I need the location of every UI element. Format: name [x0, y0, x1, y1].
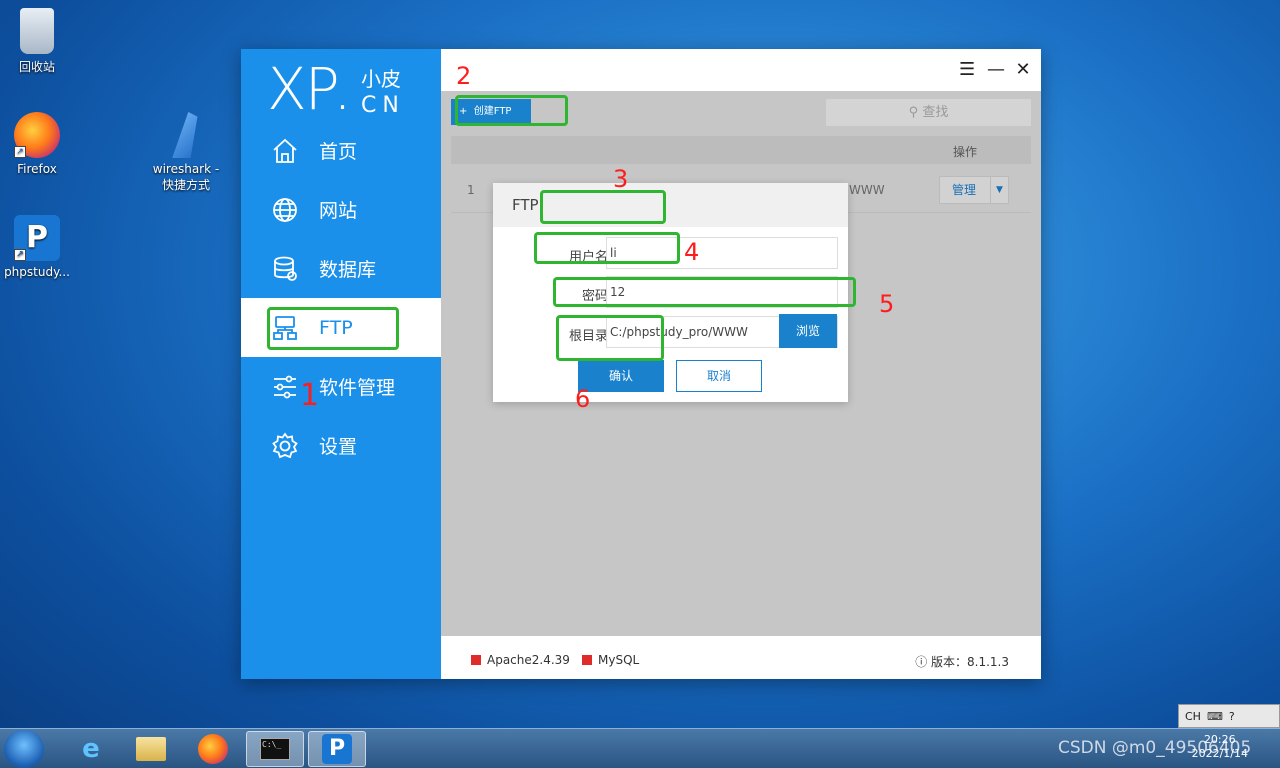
root-dir-field: 根目录 C:/phpstudy_pro/WWW 浏览	[493, 314, 848, 348]
taskbar-item-explorer[interactable]	[122, 731, 180, 767]
gear-icon	[271, 431, 299, 460]
taskbar-item-phpstudy[interactable]: P	[308, 731, 366, 767]
desktop-icon-label: phpstudy...	[4, 265, 70, 279]
wireshark-icon	[172, 112, 198, 158]
taskbar-item-ie[interactable]: e	[62, 731, 120, 767]
folder-icon	[136, 737, 166, 761]
highlight-box-root-dir	[553, 277, 856, 307]
phpstudy-window: XP. 小皮 CN 首页 网站 数据库 FTP 软件管理 设置 ☰ — ✕ + …	[241, 49, 1041, 679]
logo-main-text: XP	[267, 55, 340, 123]
phpstudy-icon: P	[322, 734, 352, 764]
sidebar-item-label: 软件管理	[319, 377, 396, 399]
highlight-box-username	[540, 190, 666, 224]
language-label: CH	[1185, 709, 1201, 723]
database-icon	[271, 255, 299, 283]
sidebar-item-label: 设置	[319, 436, 358, 458]
firefox-icon	[198, 734, 228, 764]
row-index: 1	[467, 183, 475, 197]
highlight-box-create-ftp	[455, 95, 568, 126]
annotation-number: 5	[879, 290, 895, 318]
keyboard-icon: ⌨	[1206, 709, 1223, 723]
logo-dot: .	[337, 82, 348, 117]
info-icon: ⓘ	[915, 655, 932, 669]
status-indicator-icon	[471, 655, 481, 665]
cancel-button[interactable]: 取消	[676, 360, 762, 392]
sidebar-item-label: 首页	[319, 141, 358, 163]
sidebar-item-settings[interactable]: 设置	[241, 416, 441, 475]
table-header: 操作	[451, 136, 1031, 164]
shortcut-arrow-icon: ↗	[14, 146, 26, 158]
annotation-number: 6	[575, 385, 591, 413]
taskbar-item-firefox[interactable]	[184, 731, 242, 767]
recycle-bin-icon	[20, 8, 54, 54]
menu-icon[interactable]: ☰	[959, 59, 975, 80]
version-info: ⓘ 版本：8.1.1.3	[915, 653, 1009, 670]
taskbar-item-cmd[interactable]: C:\_	[246, 731, 304, 767]
desktop-icon-label: 回收站	[18, 60, 55, 74]
manage-label: 管理	[952, 183, 977, 197]
status-indicator-icon	[582, 655, 592, 665]
search-input[interactable]: ⚲ 查找	[826, 99, 1031, 126]
annotation-number: 1	[300, 378, 320, 413]
app-logo: XP. 小皮 CN	[267, 55, 401, 123]
status-bar: Apache2.4.39 MySQL ⓘ 版本：8.1.1.3	[441, 636, 1041, 679]
browse-button[interactable]: 浏览	[779, 314, 837, 348]
annotation-number: 3	[613, 165, 629, 193]
sidebar: XP. 小皮 CN 首页 网站 数据库 FTP 软件管理 设置	[241, 49, 441, 679]
sidebar-item-database[interactable]: 数据库	[241, 239, 441, 298]
highlight-box-confirm	[556, 315, 664, 361]
watermark: CSDN @m0_49506405	[1058, 738, 1252, 758]
logo-sub-chinese: 小皮	[361, 67, 401, 91]
shortcut-arrow-icon: ↗	[14, 249, 26, 261]
sliders-icon	[271, 373, 299, 401]
annotation-number: 4	[684, 238, 700, 266]
sidebar-nav: 首页 网站 数据库 FTP 软件管理 设置	[241, 121, 441, 475]
minimize-button[interactable]: —	[987, 59, 1005, 80]
globe-icon	[271, 196, 299, 224]
chevron-down-icon[interactable]: ▼	[990, 177, 1008, 203]
close-button[interactable]: ✕	[1015, 59, 1031, 80]
content-pane: ☰ — ✕ + 创建FTP ⚲ 查找 操作 1 WWW 管理 ▼ FTP 用户名…	[441, 49, 1041, 679]
service-apache[interactable]: Apache2.4.39	[471, 653, 570, 667]
sidebar-item-label: 数据库	[319, 259, 377, 281]
desktop-icon-phpstudy[interactable]: P ↗ phpstudy...	[0, 215, 77, 279]
desktop-icon-label: Firefox	[17, 162, 57, 176]
sidebar-item-website[interactable]: 网站	[241, 180, 441, 239]
titlebar: ☰ — ✕	[441, 49, 1041, 91]
ftp-main-area: + 创建FTP ⚲ 查找 操作 1 WWW 管理 ▼ FTP 用户名 li 密码…	[441, 91, 1041, 636]
sidebar-item-software[interactable]: 软件管理	[241, 357, 441, 416]
cmd-icon: C:\_	[260, 738, 290, 760]
desktop-icon-wireshark[interactable]: wireshark - 快捷方式	[146, 112, 226, 193]
help-icon: ?	[1228, 709, 1235, 723]
logo-sub-cn: CN	[361, 93, 405, 118]
service-name: Apache2.4.39	[487, 653, 570, 667]
sidebar-item-home[interactable]: 首页	[241, 121, 441, 180]
row-directory: WWW	[849, 183, 885, 197]
desktop-icon-firefox[interactable]: ↗ Firefox	[0, 112, 77, 176]
service-name: MySQL	[598, 653, 640, 667]
search-icon: ⚲	[908, 105, 923, 120]
highlight-box-ftp-nav	[267, 307, 399, 350]
manage-button[interactable]: 管理 ▼	[939, 176, 1009, 204]
desktop-icon-label: wireshark - 快捷方式	[152, 162, 220, 192]
sidebar-item-label: 网站	[319, 200, 358, 222]
desktop-icon-recycle-bin[interactable]: 回收站	[0, 8, 77, 75]
ie-icon: e	[82, 734, 100, 764]
phpstudy-icon: P ↗	[14, 215, 60, 261]
service-mysql[interactable]: MySQL	[582, 653, 639, 667]
column-header-operation: 操作	[952, 145, 977, 159]
firefox-icon: ↗	[14, 112, 60, 158]
window-controls: ☰ — ✕	[959, 59, 1031, 80]
highlight-box-password	[534, 232, 680, 264]
language-bar[interactable]: CH ⌨ ?	[1178, 704, 1280, 728]
start-button[interactable]	[4, 730, 44, 768]
annotation-number: 2	[456, 62, 472, 90]
version-text: 版本：8.1.1.3	[931, 655, 1009, 669]
search-placeholder: 查找	[922, 105, 949, 120]
home-icon	[271, 137, 299, 165]
confirm-button[interactable]: 确认	[578, 360, 664, 392]
